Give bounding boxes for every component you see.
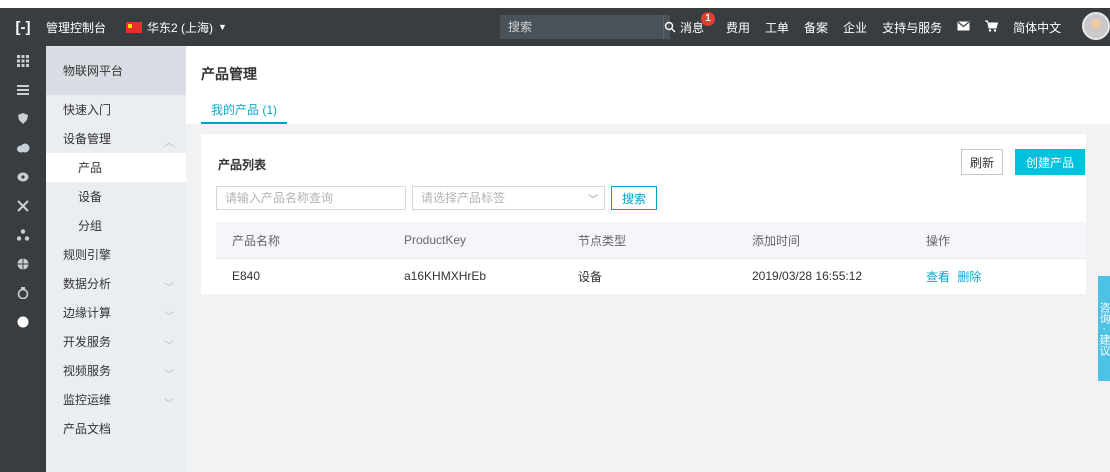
top-navbar: [-] 管理控制台 华东2 (上海) ▼ 消息1 费用 工单 备案 企业 支持与… [0, 8, 1110, 46]
product-tag-input[interactable] [413, 187, 583, 209]
chevron-down-icon: ﹀ [164, 312, 174, 323]
sidebar-item-rules-engine[interactable]: 规则引擎 [46, 240, 186, 269]
column-header: 节点类型 [578, 233, 627, 248]
table-header: 产品名称 ProductKey 节点类型 添加时间 操作 [216, 222, 1086, 258]
cart-icon[interactable] [985, 20, 999, 35]
actions-cell: 查看 删除 [926, 268, 985, 285]
region-selector[interactable]: 华东2 (上海) ▼ [126, 19, 227, 36]
page-header: 产品管理 我的产品 (1) [186, 46, 1110, 124]
sidebar-item-label: 开发服务 [63, 335, 112, 349]
sidebar-item-devices[interactable]: 设备 [46, 182, 186, 211]
search-button[interactable]: 搜索 [611, 186, 657, 210]
sidebar-item-edge-computing[interactable]: 边缘计算 ﹀ [46, 298, 186, 327]
support-link[interactable]: 支持与服务 [882, 19, 942, 36]
enterprise-link[interactable]: 企业 [843, 19, 867, 36]
node-type-cell: 设备 [578, 269, 603, 284]
iot-sidebar: 物联网平台 快速入门 设备管理 ︿ 产品 设备 分组 规则引擎 数据分析 ﹀ 边… [46, 46, 186, 472]
create-product-button[interactable]: 创建产品 [1015, 149, 1085, 175]
sidebar-item-label: 设备管理 [63, 132, 112, 146]
view-link[interactable]: 查看 [926, 270, 950, 284]
column-header: ProductKey [404, 233, 467, 247]
tab-my-products[interactable]: 我的产品 (1) [201, 96, 288, 124]
chevron-down-icon: ﹀ [164, 399, 174, 410]
product-tag-select[interactable]: ﹀ [412, 186, 605, 210]
chevron-up-icon: ︿ [164, 138, 174, 149]
database-icon[interactable] [0, 162, 46, 191]
aliyun-logo[interactable]: [-] [0, 8, 46, 46]
page-title: 产品管理 [201, 66, 257, 82]
delete-link[interactable]: 删除 [957, 270, 981, 284]
global-search [500, 15, 676, 39]
sidebar-item-label: 视频服务 [63, 364, 112, 378]
sidebar-item-dev-services[interactable]: 开发服务 ﹀ [46, 327, 186, 356]
sidebar-item-label: 监控运维 [63, 393, 112, 407]
product-list-card: 产品列表 刷新 创建产品 ﹀ 搜索 产品名称 ProductKey 节点类型 添… [201, 134, 1086, 294]
chevron-down-icon: ﹀ [164, 370, 174, 381]
user-avatar[interactable] [1082, 12, 1110, 40]
list-icon[interactable] [0, 75, 46, 104]
product-icon-rail [0, 46, 46, 472]
sidebar-item-monitoring[interactable]: 监控运维 ﹀ [46, 385, 186, 414]
messages-label: 消息 [680, 20, 705, 35]
billing-link[interactable]: 费用 [726, 19, 750, 36]
chevron-down-icon: ﹀ [588, 195, 598, 206]
product-key-cell: a16KHMXHrEb [404, 269, 487, 283]
cloud-icon[interactable] [0, 133, 46, 162]
product-name-input[interactable] [216, 186, 406, 210]
sidebar-item-label: 边缘计算 [63, 306, 112, 320]
chevron-down-icon: ﹀ [164, 283, 174, 294]
circle-icon[interactable] [0, 307, 46, 336]
grid-icon[interactable] [0, 46, 46, 75]
topbar-menu: 消息 1 费用 工单 备案 企业 支持与服务 简体中文 [680, 8, 1076, 46]
language-switch[interactable]: 简体中文 [1013, 19, 1061, 36]
main-content: 产品管理 我的产品 (1) 产品列表 刷新 创建产品 ﹀ 搜索 产品名称 Pro… [186, 46, 1110, 472]
column-header: 添加时间 [752, 233, 801, 248]
top-strip [0, 0, 1110, 8]
sidebar-item-device-management[interactable]: 设备管理 ︿ [46, 124, 186, 153]
globe-icon[interactable] [0, 249, 46, 278]
column-header: 产品名称 [232, 233, 281, 248]
sidebar-header: 物联网平台 [46, 46, 186, 95]
global-search-input[interactable] [500, 15, 663, 39]
icp-link[interactable]: 备案 [804, 19, 828, 36]
feedback-tab[interactable]: 咨询 · 建议 [1098, 276, 1110, 381]
shield-icon[interactable] [0, 104, 46, 133]
china-flag-icon [126, 21, 143, 33]
added-time-cell: 2019/03/28 16:55:12 [752, 269, 863, 283]
sidebar-item-products[interactable]: 产品 [46, 153, 186, 182]
sidebar-item-groups[interactable]: 分组 [46, 211, 186, 240]
messages-link[interactable]: 消息 1 [680, 11, 716, 36]
sidebar-item-quickstart[interactable]: 快速入门 [46, 95, 186, 124]
region-label: 华东2 (上海) [147, 20, 214, 35]
product-name-cell: E840 [232, 269, 261, 283]
refresh-button[interactable]: 刷新 [961, 149, 1003, 175]
search-icon[interactable] [663, 15, 676, 39]
sidebar-item-label: 数据分析 [63, 277, 112, 291]
chevron-down-icon: ﹀ [164, 341, 174, 352]
sidebar-item-data-analysis[interactable]: 数据分析 ﹀ [46, 269, 186, 298]
tickets-link[interactable]: 工单 [765, 19, 789, 36]
sidebar-item-video-services[interactable]: 视频服务 ﹀ [46, 356, 186, 385]
column-header: 操作 [926, 233, 951, 248]
message-badge: 1 [701, 11, 716, 26]
caret-down-icon: ▼ [218, 22, 227, 32]
mail-icon[interactable] [957, 20, 970, 34]
sidebar-item-docs[interactable]: 产品文档 [46, 414, 186, 443]
gear-icon[interactable] [0, 278, 46, 307]
network-icon[interactable] [0, 220, 46, 249]
tools-icon[interactable] [0, 191, 46, 220]
console-title[interactable]: 管理控制台 [46, 19, 106, 36]
card-title: 产品列表 [218, 158, 267, 172]
table-row: E840 a16KHMXHrEb 设备 2019/03/28 16:55:12 … [216, 258, 1086, 293]
